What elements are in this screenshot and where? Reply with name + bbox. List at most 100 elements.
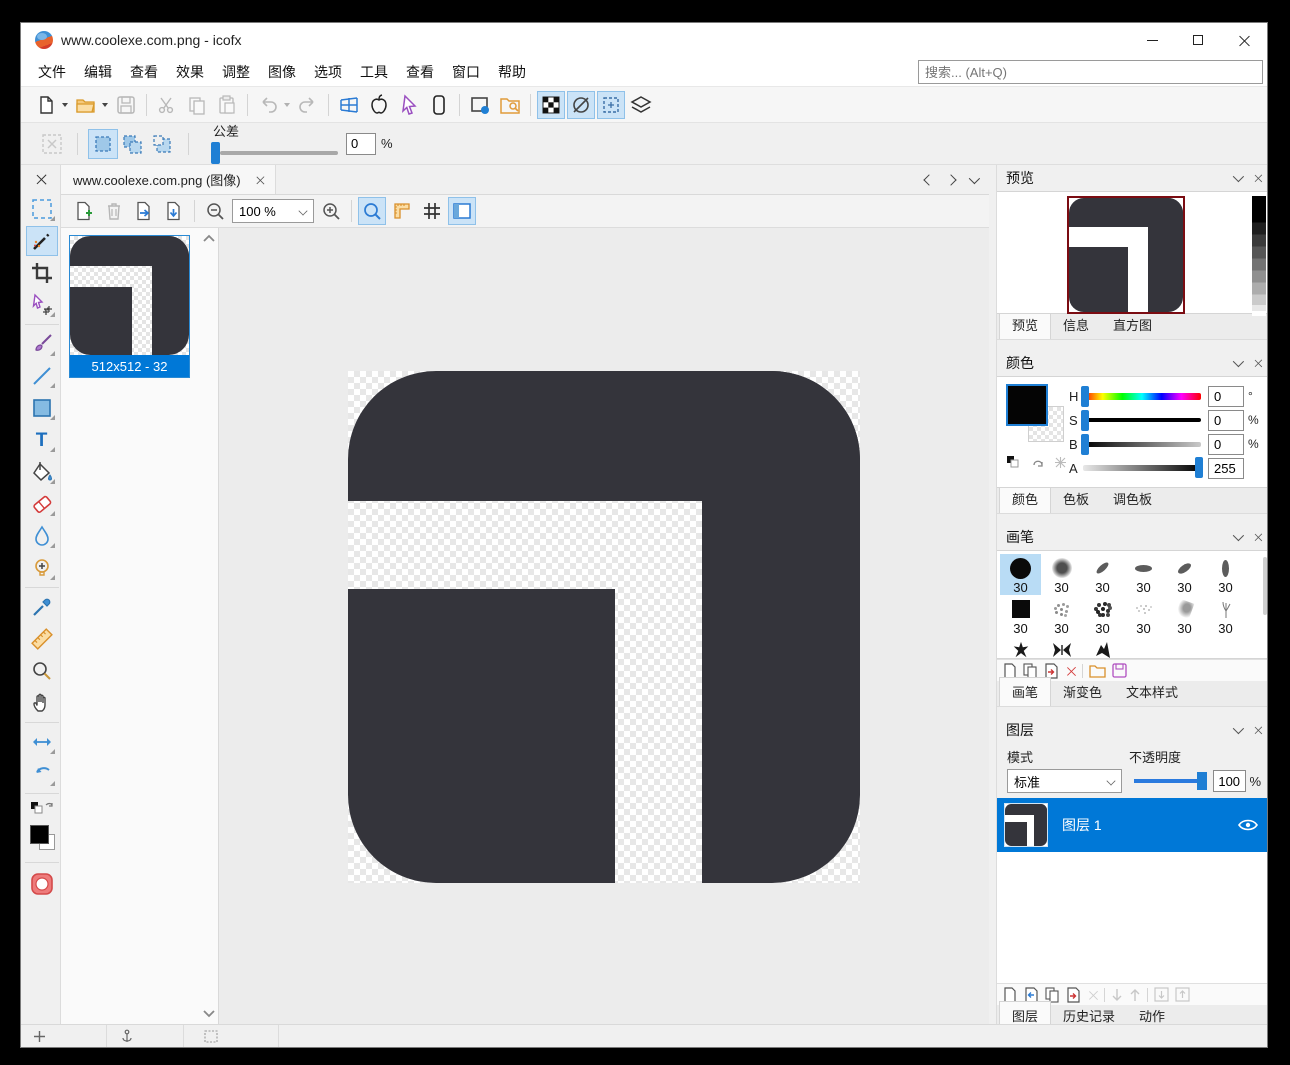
tool-magic-wand[interactable]	[26, 226, 58, 256]
menu-tools[interactable]: 工具	[351, 58, 397, 86]
browse-button[interactable]	[496, 91, 524, 119]
menu-image[interactable]: 图像	[259, 58, 305, 86]
selection-mode-add[interactable]	[118, 129, 148, 159]
phone-icon-button[interactable]	[425, 91, 453, 119]
opacity-slider-handle[interactable]	[1197, 772, 1207, 790]
preview-background-gradient[interactable]	[1252, 196, 1266, 316]
save-brushes-icon[interactable]	[1112, 663, 1127, 678]
save-button[interactable]	[112, 91, 140, 119]
open-file-button[interactable]	[72, 91, 100, 119]
zoom-in-button[interactable]	[317, 197, 345, 225]
brush-square[interactable]: 30	[1000, 595, 1041, 636]
paste-button[interactable]	[213, 91, 241, 119]
tab-palette[interactable]: 调色板	[1101, 485, 1164, 513]
panels-toggle[interactable]	[448, 197, 476, 225]
tool-eraser[interactable]	[26, 489, 58, 519]
tab-gradients[interactable]: 渐变色	[1051, 678, 1114, 706]
layers-view-button[interactable]	[627, 91, 655, 119]
opacity-value[interactable]: 100	[1213, 770, 1246, 792]
export-layer-icon[interactable]	[1066, 987, 1082, 1003]
windows-icon-button[interactable]	[335, 91, 363, 119]
maximize-button[interactable]	[1175, 23, 1221, 57]
brush-ellipse-diag[interactable]: 30	[1164, 554, 1205, 595]
thumb-scroll-down-icon[interactable]	[202, 1006, 216, 1020]
canvas[interactable]	[219, 228, 989, 1024]
minimize-button[interactable]	[1129, 23, 1175, 57]
tool-blur[interactable]	[26, 521, 58, 551]
preview-collapse-icon[interactable]	[1233, 171, 1244, 182]
new-file-button[interactable]	[32, 91, 60, 119]
import-image-button[interactable]	[160, 197, 188, 225]
capture-button[interactable]	[466, 91, 494, 119]
redo-button[interactable]	[294, 91, 322, 119]
layers-close-icon[interactable]	[1254, 726, 1262, 734]
close-button[interactable]	[1221, 23, 1267, 57]
brightness-value[interactable]: 0	[1208, 434, 1244, 455]
menu-view[interactable]: 查看	[121, 58, 167, 86]
saturation-value[interactable]: 0	[1208, 410, 1244, 431]
menu-view2[interactable]: 查看	[397, 58, 443, 86]
brush-scrollbar[interactable]	[1263, 557, 1267, 615]
brush-scatter-dense[interactable]: 30	[1082, 595, 1123, 636]
delete-layer-icon[interactable]	[1089, 990, 1098, 999]
tool-rectangle[interactable]	[26, 393, 58, 423]
tolerance-slider-handle[interactable]	[211, 142, 220, 164]
move-layer-down-icon[interactable]	[1111, 988, 1123, 1002]
transparent-color-icon[interactable]	[1054, 456, 1067, 469]
search-input[interactable]	[918, 60, 1263, 84]
menu-options[interactable]: 选项	[305, 58, 351, 86]
tool-crop[interactable]	[26, 258, 58, 288]
menu-edit[interactable]: 编辑	[75, 58, 121, 86]
foreground-color-box[interactable]	[1006, 384, 1048, 426]
move-layer-up-icon[interactable]	[1129, 988, 1141, 1002]
disable-alpha-toggle[interactable]	[567, 91, 595, 119]
menu-window[interactable]: 窗口	[443, 58, 489, 86]
tab-brushes[interactable]: 画笔	[999, 677, 1051, 706]
tool-flip[interactable]	[26, 727, 58, 757]
selection-mode-subtract[interactable]	[148, 129, 178, 159]
layer-visibility-icon[interactable]	[1237, 818, 1259, 832]
tool-ruler[interactable]	[26, 624, 58, 654]
tabs-list-icon[interactable]	[969, 172, 980, 183]
tool-text[interactable]: T	[26, 425, 58, 455]
tab-swatches[interactable]: 色板	[1051, 485, 1101, 513]
swap-colors-icon[interactable]	[1031, 455, 1045, 469]
tab-color[interactable]: 颜色	[999, 484, 1051, 513]
tool-eyedropper[interactable]	[26, 592, 58, 622]
brush-circle-soft[interactable]: 30	[1041, 554, 1082, 595]
brush-ellipse-h[interactable]: 30	[1123, 554, 1164, 595]
new-file-dropdown[interactable]	[62, 103, 68, 107]
tab-preview[interactable]: 预览	[999, 310, 1051, 339]
rulers-toggle[interactable]	[388, 197, 416, 225]
record-action-button[interactable]	[26, 867, 58, 901]
document-tab[interactable]: www.coolexe.com.png (图像)	[61, 165, 276, 194]
hue-slider[interactable]	[1083, 393, 1201, 400]
brush-close-icon[interactable]	[1254, 533, 1262, 541]
menu-adjust[interactable]: 调整	[213, 58, 259, 86]
zoom-out-button[interactable]	[201, 197, 229, 225]
image-thumbnail-item[interactable]: 512x512 - 32	[69, 235, 190, 378]
tolerance-slider-track[interactable]	[220, 151, 338, 155]
color-swatches[interactable]	[25, 822, 59, 858]
selection-mode-new[interactable]	[88, 129, 118, 159]
magnify-toggle[interactable]	[358, 197, 386, 225]
tabs-scroll-right-icon[interactable]	[945, 174, 956, 185]
alpha-slider[interactable]	[1083, 465, 1201, 471]
brush-leaf[interactable]	[1000, 636, 1041, 662]
close-tools-button[interactable]	[26, 166, 58, 192]
merge-down-icon[interactable]	[1154, 987, 1169, 1002]
layers-collapse-icon[interactable]	[1233, 723, 1244, 734]
thumb-scroll-up-icon[interactable]	[202, 232, 216, 246]
foreground-color-swatch[interactable]	[30, 825, 49, 844]
tool-lighten[interactable]	[26, 553, 58, 583]
macos-icon-button[interactable]	[365, 91, 393, 119]
tool-zoom[interactable]	[26, 656, 58, 686]
brush-butterfly[interactable]	[1041, 636, 1082, 662]
open-brushes-icon[interactable]	[1089, 664, 1106, 678]
tolerance-input[interactable]	[346, 133, 376, 155]
undo-dropdown[interactable]	[284, 103, 290, 107]
tool-brush[interactable]	[26, 329, 58, 359]
alpha-value[interactable]: 255	[1208, 458, 1244, 479]
blend-mode-select[interactable]: 标准	[1007, 769, 1122, 793]
tabs-scroll-left-icon[interactable]	[923, 174, 934, 185]
